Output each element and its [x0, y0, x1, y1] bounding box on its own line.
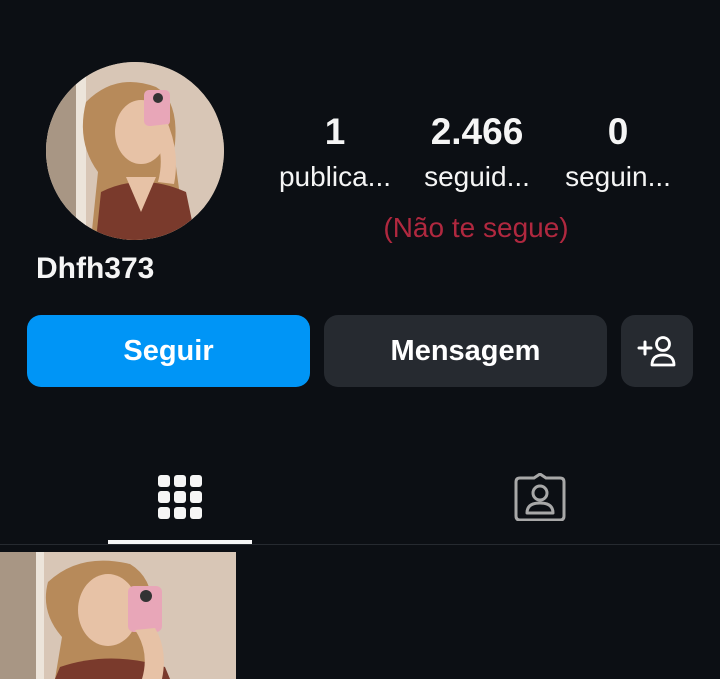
grid-icon	[158, 475, 202, 519]
message-button[interactable]: Mensagem	[324, 315, 607, 387]
followers-count: 2.466	[430, 111, 524, 152]
followers-label: seguid...	[424, 161, 530, 192]
posts-stat: 1 publica...	[270, 110, 400, 194]
avatar-photo	[46, 62, 224, 240]
followers-stat[interactable]: 2.466 seguid...	[414, 110, 540, 194]
posts-count: 1	[324, 111, 346, 152]
following-label: seguin...	[565, 161, 671, 192]
profile-username: Dhfh373	[36, 252, 155, 285]
post-thumbnail[interactable]	[0, 552, 236, 679]
posts-label: publica...	[278, 161, 392, 192]
tab-tagged[interactable]	[468, 450, 612, 544]
person-plus-icon	[637, 336, 676, 367]
tagged-person-icon	[514, 473, 566, 521]
follow-button[interactable]: Seguir	[27, 315, 310, 387]
tabs-divider	[0, 544, 720, 545]
not-following-note: (Não te segue)	[383, 212, 569, 243]
following-stat[interactable]: 0 seguin...	[556, 110, 680, 194]
following-count: 0	[607, 111, 629, 152]
add-user-button[interactable]	[621, 315, 693, 387]
post-photo	[0, 552, 236, 679]
tab-grid[interactable]	[108, 450, 252, 544]
profile-avatar[interactable]	[46, 62, 224, 240]
